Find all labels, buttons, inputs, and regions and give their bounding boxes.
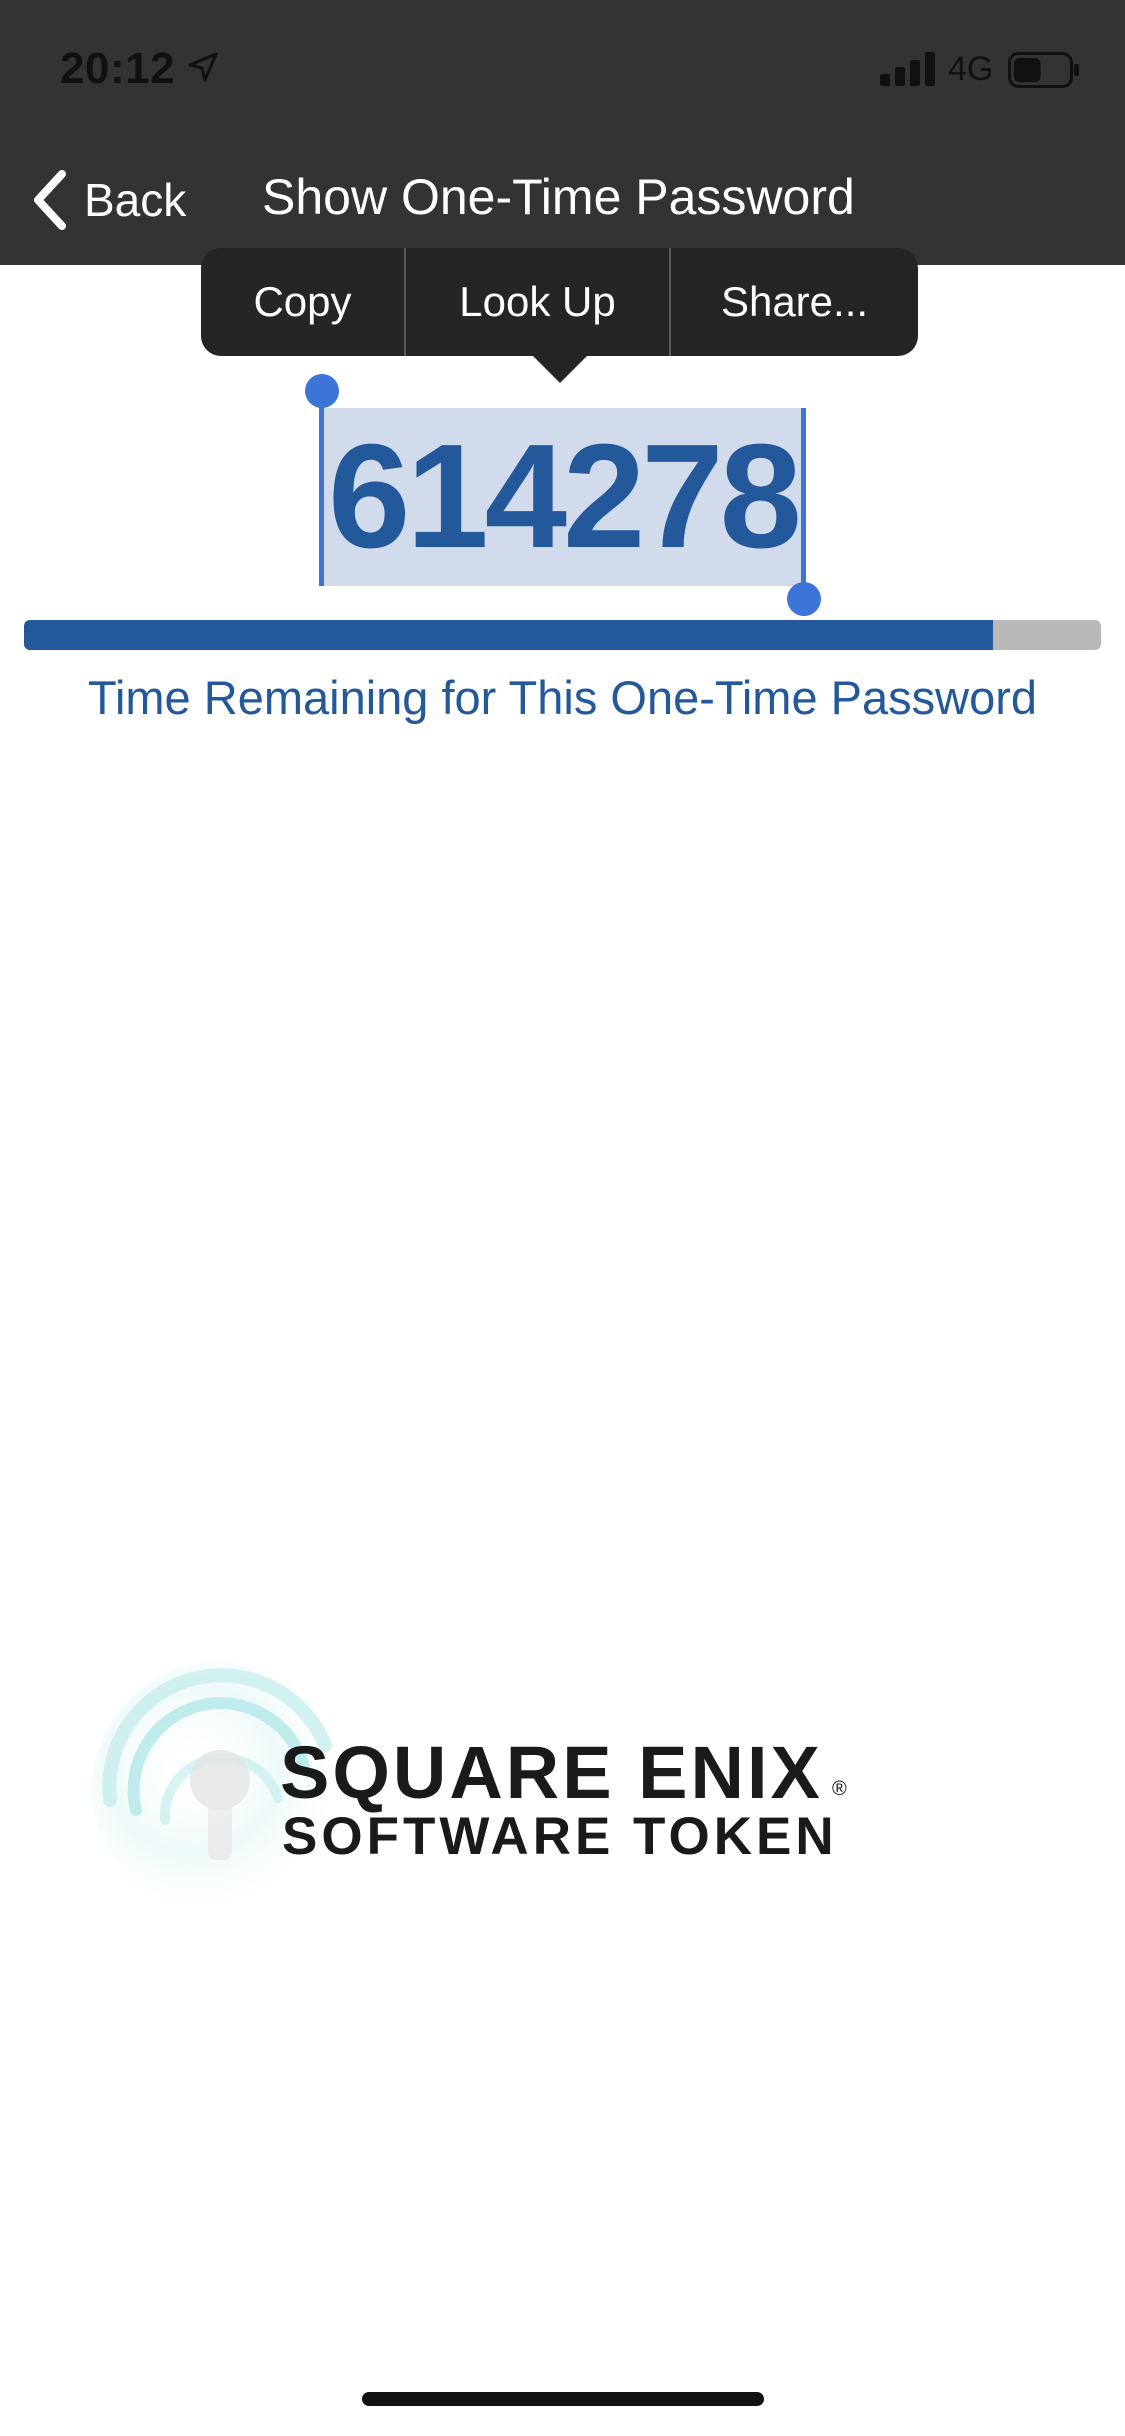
selection-end-handle[interactable] [787,582,821,616]
signal-bars-icon [880,52,935,86]
header: 20:12 4G Back Show One-Time Password [0,0,1125,265]
status-time: 20:12 [60,44,176,93]
edit-menu-pointer [532,355,588,383]
copy-menu-item[interactable]: Copy [201,248,404,356]
battery-icon [1008,52,1079,88]
selection-start-bar [319,392,324,586]
selection-end-bar [801,408,806,598]
one-time-password[interactable]: 614278 [322,408,804,586]
screen: 20:12 4G Back Show One-Time Password Cop… [0,0,1125,2436]
back-button[interactable]: Back [30,160,186,240]
logo-text-software-token: SOFTWARE TOKEN [282,1807,838,1866]
edit-menu: Copy Look Up Share... [201,248,918,356]
time-remaining-label: Time Remaining for This One-Time Passwor… [88,671,1037,724]
time-remaining-progress-bar [24,620,1101,650]
home-indicator[interactable] [362,2392,764,2406]
logo-text-square-enix: SQUARE ENIX [280,1731,823,1814]
chevron-left-icon [34,170,66,230]
look-up-menu-item[interactable]: Look Up [404,248,669,356]
page-title: Show One-Time Password [262,169,855,225]
location-arrow-icon [188,52,218,82]
network-type: 4G [948,50,994,88]
back-label: Back [84,174,187,226]
share-menu-item[interactable]: Share... [669,248,918,356]
time-remaining-progress-fill [24,620,994,650]
registered-mark: ® [832,1778,847,1800]
square-enix-software-token-logo: SQUARE ENIX SOFTWARE TOKEN ® [70,1650,870,1910]
selection-start-handle[interactable] [305,374,339,408]
